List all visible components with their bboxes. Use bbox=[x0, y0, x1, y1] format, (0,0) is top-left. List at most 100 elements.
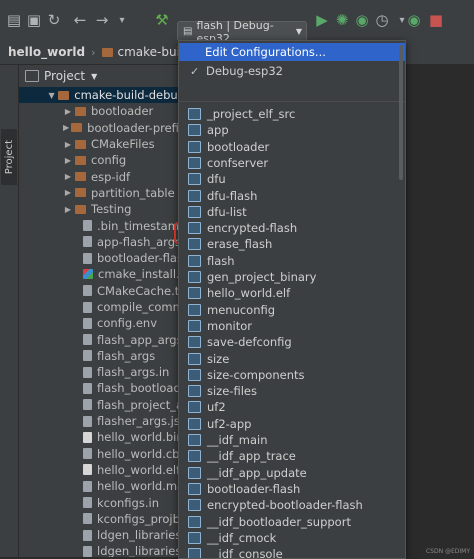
tree-row[interactable]: ▶ CMakeFiles bbox=[19, 136, 185, 152]
tree-row[interactable]: flash_project_args bbox=[19, 397, 185, 413]
chevron-right-icon[interactable]: ▶ bbox=[63, 123, 69, 132]
run-config-item[interactable]: dfu-flash bbox=[179, 187, 405, 205]
tree-row[interactable]: cmake_install.cmake bbox=[19, 266, 185, 282]
chevron-right-icon[interactable]: ▶ bbox=[63, 107, 73, 116]
run-config-item[interactable]: monitor bbox=[179, 317, 405, 335]
tree-row[interactable]: CMakeCache.txt bbox=[19, 283, 185, 299]
tree-row[interactable]: config.env bbox=[19, 315, 185, 331]
tree-row[interactable]: .bin_timestamp bbox=[19, 217, 185, 233]
run-config-item[interactable]: dfu bbox=[179, 170, 405, 188]
tree-row[interactable]: flash_app_args bbox=[19, 331, 185, 347]
tree-row[interactable]: kconfigs.in bbox=[19, 494, 185, 510]
selected-profile-item[interactable]: ✓ Debug-esp32 bbox=[179, 62, 405, 80]
run-config-item[interactable]: app bbox=[179, 121, 405, 139]
tree-row[interactable]: ldgen_libraries bbox=[19, 527, 185, 543]
run-config-item[interactable]: encrypted-flash bbox=[179, 219, 405, 237]
back-icon[interactable]: ← bbox=[70, 10, 90, 30]
tree-row[interactable]: ▼ cmake-build-debug bbox=[19, 87, 185, 104]
tree-row[interactable]: compile_commands.json bbox=[19, 299, 185, 315]
run-config-item[interactable]: dfu-list bbox=[179, 203, 405, 221]
tree-row[interactable]: app-flash_args bbox=[19, 234, 185, 250]
run-config-item[interactable]: bootloader bbox=[179, 138, 405, 156]
chevron-right-icon[interactable]: ▶ bbox=[63, 172, 73, 181]
tree-row[interactable]: ▶ bootloader-prefix bbox=[19, 120, 185, 136]
run-config-item-label: __idf_main bbox=[207, 433, 268, 447]
tree-row[interactable]: hello_world.elf bbox=[19, 462, 185, 478]
run-config-item[interactable]: __idf_app_update bbox=[179, 464, 405, 482]
editor-area bbox=[405, 65, 474, 557]
run-configuration-selector[interactable]: ▤ flash | Debug-esp32 ▼ bbox=[177, 19, 307, 45]
run-config-item-label: hello_world.elf bbox=[207, 286, 291, 301]
run-config-item[interactable]: __idf_cmock bbox=[179, 529, 405, 547]
run-config-item[interactable]: confserver bbox=[179, 154, 405, 172]
run-config-item[interactable]: uf2-app bbox=[179, 415, 405, 433]
run-config-item[interactable]: size-files bbox=[179, 382, 405, 400]
run-config-item[interactable]: save-defconfig bbox=[179, 333, 405, 351]
tree-row[interactable]: hello_world.cbp bbox=[19, 446, 185, 462]
edit-configurations-item[interactable]: Edit Configurations... bbox=[179, 43, 405, 61]
run-config-item[interactable]: flash bbox=[179, 252, 405, 270]
sync-icon[interactable]: ↻ bbox=[44, 10, 64, 30]
tree-row-label: flash_bootloader_args bbox=[97, 381, 185, 396]
forward-dropdown-icon[interactable]: ▾ bbox=[112, 10, 132, 30]
chevron-right-icon[interactable]: ▶ bbox=[63, 188, 73, 197]
file-icon bbox=[83, 220, 92, 232]
file-icon bbox=[83, 334, 92, 346]
run-config-item[interactable]: size-components bbox=[179, 366, 405, 384]
run-config-item[interactable]: _project_elf_src bbox=[179, 105, 405, 123]
run-config-item[interactable]: gen_project_binary bbox=[179, 268, 405, 286]
project-panel-header[interactable]: Project ▼ bbox=[19, 65, 185, 88]
run-config-item[interactable]: erase_flash bbox=[179, 235, 405, 253]
project-tool-window-tab[interactable]: Project bbox=[1, 129, 17, 185]
build-hammer-icon[interactable]: ⚒ bbox=[152, 10, 172, 30]
run-icon[interactable]: ▶ bbox=[312, 10, 332, 30]
tree-row[interactable]: ▶ bootloader bbox=[19, 103, 185, 119]
tree-row[interactable]: ▶ esp-idf bbox=[19, 168, 185, 184]
tree-row-label: config.env bbox=[97, 316, 158, 331]
run-config-item-label: app bbox=[207, 123, 229, 138]
tree-row[interactable]: flash_args bbox=[19, 348, 185, 364]
tree-row[interactable]: flash_args.in bbox=[19, 364, 185, 380]
tree-row[interactable]: flash_bootloader_args bbox=[19, 380, 185, 396]
stop-icon[interactable]: ■ bbox=[426, 10, 446, 30]
cmake-target-icon bbox=[188, 499, 201, 512]
chevron-down-icon[interactable]: ▼ bbox=[47, 91, 56, 100]
debug-icon[interactable]: ✺ bbox=[332, 10, 352, 30]
run-config-item-label: bootloader bbox=[207, 139, 270, 154]
run-config-item-label: gen_project_binary bbox=[207, 270, 317, 284]
tree-row[interactable]: ▶ config bbox=[19, 152, 185, 168]
chevron-right-icon[interactable]: ▶ bbox=[63, 156, 73, 165]
run-config-item-label: size-components bbox=[207, 367, 305, 382]
run-config-item[interactable]: __idf_main bbox=[179, 431, 405, 449]
run-config-item[interactable]: __idf_bootloader_support bbox=[179, 513, 405, 531]
folder-icon bbox=[58, 90, 70, 100]
run-config-item[interactable]: uf2 bbox=[179, 398, 405, 416]
tree-row[interactable]: kconfigs_projbuild.in bbox=[19, 511, 185, 527]
run-config-item[interactable]: menuconfig bbox=[179, 301, 405, 319]
run-config-item[interactable]: hello_world.elf bbox=[179, 284, 405, 302]
run-config-item[interactable]: __idf_app_trace bbox=[179, 447, 405, 465]
breadcrumb-project[interactable]: hello_world bbox=[8, 45, 85, 59]
save-icon[interactable]: ▣ bbox=[24, 10, 44, 30]
run-config-item[interactable]: encrypted-bootloader-flash bbox=[179, 496, 405, 514]
chevron-right-icon[interactable]: ▶ bbox=[63, 205, 73, 214]
chevron-right-icon[interactable]: ▶ bbox=[63, 140, 73, 149]
tree-row[interactable]: ldgen_libraries.in bbox=[19, 543, 185, 557]
open-folder-icon[interactable]: ▤ bbox=[4, 10, 24, 30]
file-icon bbox=[83, 317, 92, 329]
run-config-item[interactable]: bootloader-flash bbox=[179, 480, 405, 498]
run-config-item[interactable]: size bbox=[179, 350, 405, 368]
tree-row[interactable]: hello_world.bin bbox=[19, 429, 185, 445]
tree-row[interactable]: flasher_args.json bbox=[19, 413, 185, 429]
tree-row[interactable]: hello_world.map bbox=[19, 478, 185, 494]
cmake-target-icon bbox=[188, 482, 201, 495]
project-view-icon bbox=[25, 70, 39, 82]
tree-row[interactable]: ▶ Testing bbox=[19, 201, 185, 217]
profile-icon[interactable]: ◷ bbox=[372, 10, 392, 30]
tree-row[interactable]: bootloader-flash_args bbox=[19, 250, 185, 266]
coverage-icon[interactable]: ◉ bbox=[352, 10, 372, 30]
cmake-target-icon bbox=[188, 222, 201, 235]
attach-icon[interactable]: ◉ bbox=[404, 10, 424, 30]
forward-icon[interactable]: → bbox=[92, 10, 112, 30]
tree-row[interactable]: ▶ partition_table bbox=[19, 185, 185, 201]
